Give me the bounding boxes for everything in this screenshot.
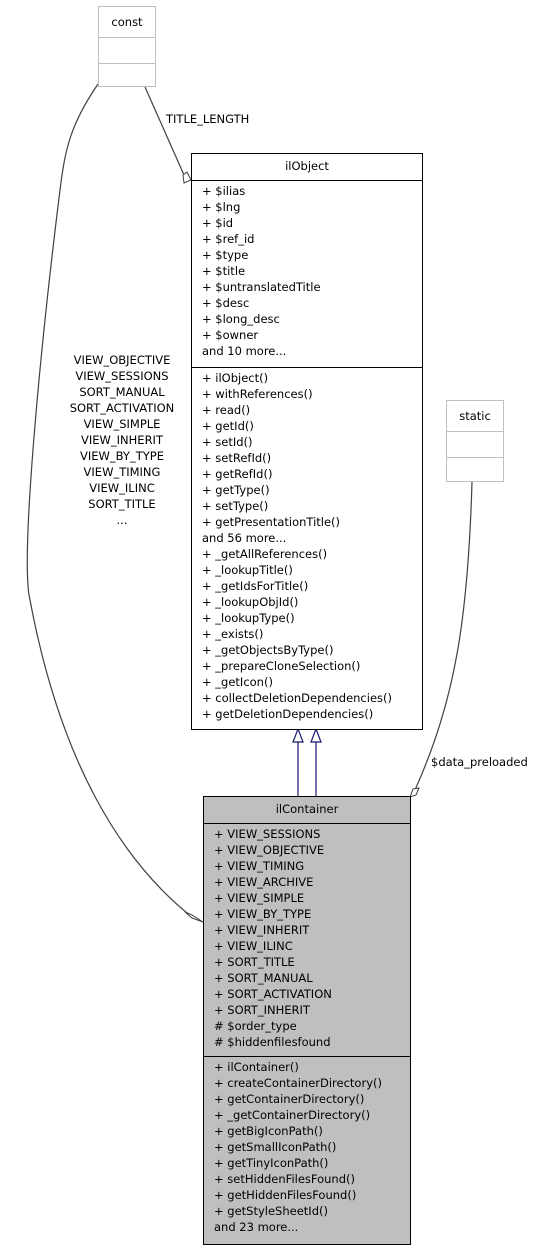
member-item: + collectDeletionDependencies() <box>202 691 392 705</box>
aggregation-diamond-ilobject <box>182 171 192 184</box>
more-indicator: and 10 more... <box>202 344 287 358</box>
methods-section <box>447 458 503 483</box>
more-indicator: ... <box>116 513 128 527</box>
member-item: + $id <box>202 216 234 230</box>
methods-section: + ilObject() + withReferences() + read() + … <box>192 368 422 722</box>
member-item: + VIEW_BY_TYPE <box>214 907 312 921</box>
member-item: + getTinyIconPath() <box>214 1156 329 1170</box>
member-item: VIEW_OBJECTIVE <box>73 353 171 367</box>
member-item: + $lng <box>202 200 241 214</box>
member-item: + getBigIconPath() <box>214 1124 323 1138</box>
inheritance-arrow-2 <box>310 727 322 743</box>
member-item: + VIEW_SIMPLE <box>214 891 305 905</box>
member-item: + read() <box>202 403 251 417</box>
inheritance-arrow-1 <box>292 727 304 743</box>
member-item: + VIEW_OBJECTIVE <box>214 843 325 857</box>
member-item: + getHiddenFilesFound() <box>214 1188 357 1202</box>
member-item: + setRefId() <box>202 451 272 465</box>
class-title: ilObject <box>192 154 422 181</box>
member-item: + _getIcon() <box>202 675 273 689</box>
class-title: const <box>99 7 155 38</box>
member-item: + SORT_INHERIT <box>214 1003 310 1017</box>
member-item: + _getContainerDirectory() <box>214 1108 371 1122</box>
member-item: + $owner <box>202 328 259 342</box>
member-item: VIEW_SESSIONS <box>75 369 169 383</box>
member-item: + VIEW_TIMING <box>214 859 305 873</box>
aggregation-diamond-ilcontainer-left <box>184 911 204 923</box>
class-static[interactable]: static <box>446 400 504 482</box>
member-item: VIEW_INHERIT <box>81 433 163 447</box>
member-item: VIEW_SIMPLE <box>83 417 161 431</box>
member-item: + getSmallIconPath() <box>214 1140 337 1154</box>
class-title: ilContainer <box>204 797 410 824</box>
class-ilobject[interactable]: ilObject + $ilias + $lng + $id + $ref_id + $… <box>191 153 423 730</box>
member-item: + _prepareCloneSelection() <box>202 659 361 673</box>
member-item: + $desc <box>202 296 250 310</box>
member-item: # $hiddenfilesfound <box>214 1035 331 1049</box>
member-item: + getContainerDirectory() <box>214 1092 365 1106</box>
member-item: VIEW_TIMING <box>83 465 161 479</box>
member-item: + SORT_ACTIVATION <box>214 987 332 1001</box>
edge-label-title-length: TITLE_LENGTH <box>166 112 250 126</box>
member-item: + SORT_MANUAL <box>214 971 313 985</box>
edge-label-data-preloaded: $data_preloaded <box>431 755 528 769</box>
member-item: + getStyleSheetId() <box>214 1204 328 1218</box>
member-item: + SORT_TITLE <box>214 955 295 969</box>
member-item: + getId() <box>202 419 254 433</box>
member-item: + withReferences() <box>202 387 313 401</box>
methods-section: + ilContainer() + createContainerDirector… <box>204 1057 410 1235</box>
member-item: + getDeletionDependencies() <box>202 707 374 721</box>
member-item: VIEW_ILINC <box>89 481 155 495</box>
attributes-section: + $ilias + $lng + $id + $ref_id + $type + $ti… <box>192 181 422 368</box>
member-item: SORT_MANUAL <box>79 385 165 399</box>
member-item: + VIEW_ARCHIVE <box>214 875 314 889</box>
member-item: + setId() <box>202 435 253 449</box>
methods-section <box>99 64 155 89</box>
member-item: VIEW_BY_TYPE <box>80 449 164 463</box>
member-item: + ilObject() <box>202 371 269 385</box>
more-indicator: and 23 more... <box>214 1220 299 1234</box>
member-item: + setType() <box>202 499 269 513</box>
member-item: + VIEW_INHERIT <box>214 923 310 937</box>
member-item: + $ilias <box>202 184 246 198</box>
member-item: SORT_ACTIVATION <box>69 401 175 415</box>
member-item: + setHiddenFilesFound() <box>214 1172 355 1186</box>
member-item: + $untranslatedTitle <box>202 280 321 294</box>
member-item: # $order_type <box>214 1019 297 1033</box>
more-indicator: and 56 more... <box>202 531 287 545</box>
member-item: + _lookupTitle() <box>202 563 293 577</box>
class-ilcontainer[interactable]: ilContainer + VIEW_SESSIONS + VIEW_OBJECT… <box>203 796 411 1245</box>
attributes-section <box>99 38 155 64</box>
member-item: + _getObjectsByType() <box>202 643 334 657</box>
association-edge-const-ilobject <box>144 86 185 176</box>
member-item: + $type <box>202 248 249 262</box>
member-item: + getRefId() <box>202 467 273 481</box>
member-item: + $long_desc <box>202 312 280 326</box>
member-item: + ilContainer() <box>214 1060 299 1074</box>
member-item: + getPresentationTitle() <box>202 515 341 529</box>
member-item: + VIEW_ILINC <box>214 939 293 953</box>
member-item: + $ref_id <box>202 232 255 246</box>
member-item: + _getAllReferences() <box>202 547 328 561</box>
member-item: + $title <box>202 264 246 278</box>
aggregation-diamond-ilcontainer-right <box>409 787 420 798</box>
attributes-section: + VIEW_SESSIONS + VIEW_OBJECTIVE + VIEW_TI… <box>204 824 410 1057</box>
member-item: + createContainerDirectory() <box>214 1076 382 1090</box>
member-item: + getType() <box>202 483 270 497</box>
class-title: static <box>447 401 503 432</box>
association-edge-static-ilcontainer <box>414 481 473 791</box>
attributes-section <box>447 432 503 458</box>
member-item: + VIEW_SESSIONS <box>214 827 321 841</box>
member-item: + _exists() <box>202 627 264 641</box>
edge-label-const-container: VIEW_OBJECTIVE VIEW_SESSIONS SORT_MANUAL SO… <box>56 352 188 528</box>
member-item: + _getIdsForTitle() <box>202 579 309 593</box>
member-item: + _lookupObjId() <box>202 595 299 609</box>
class-const[interactable]: const <box>98 6 156 87</box>
member-item: + _lookupType() <box>202 611 295 625</box>
member-item: SORT_TITLE <box>88 497 156 511</box>
